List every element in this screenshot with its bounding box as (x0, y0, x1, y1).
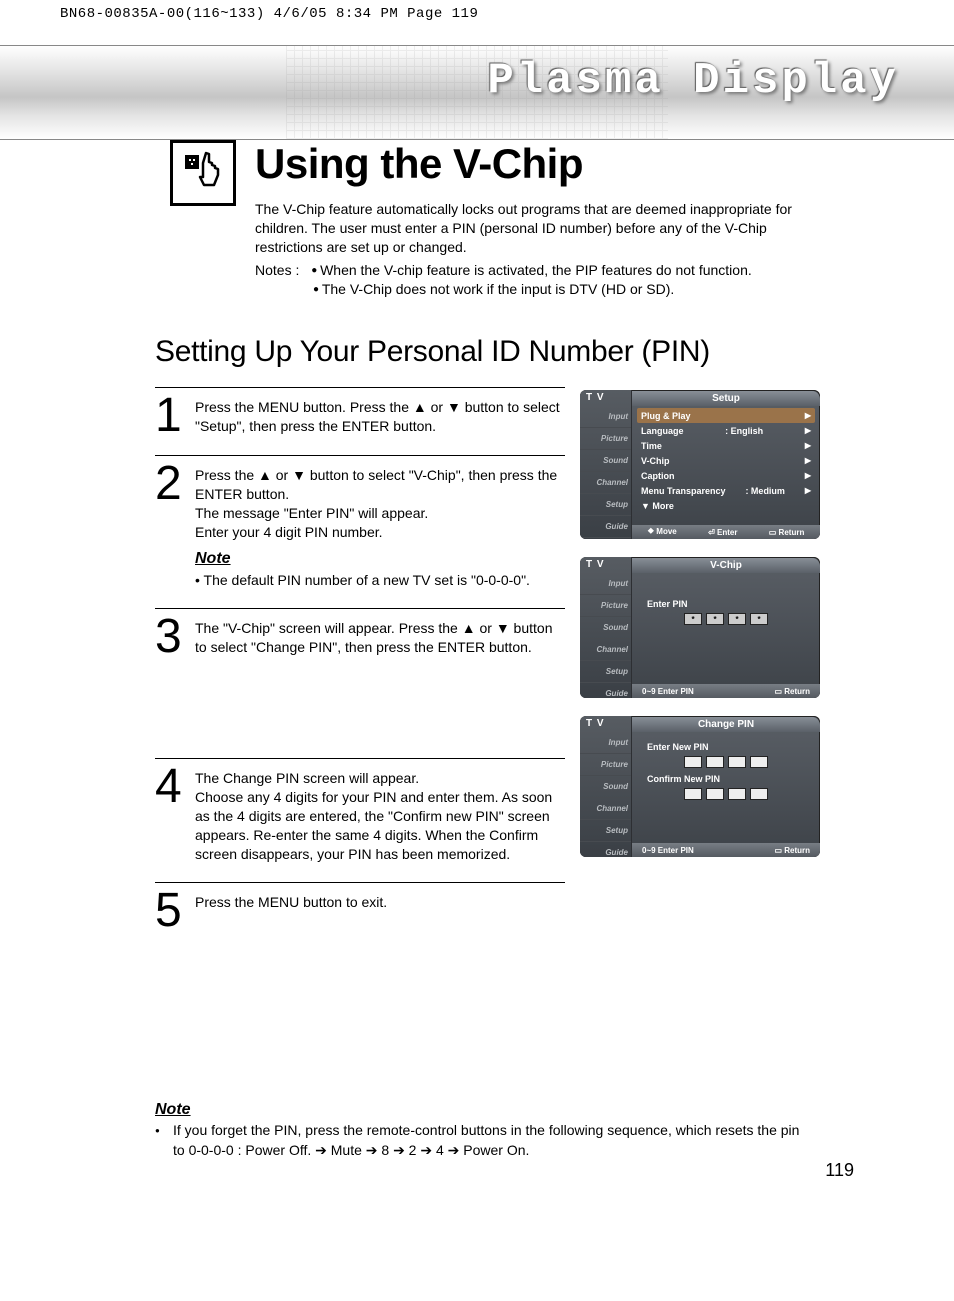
step-2: 2 Press the ▲ or ▼ button to select "V-C… (155, 455, 565, 608)
osd-tv-label: T V (586, 392, 605, 403)
note-label: Note (195, 548, 565, 570)
pin-digit (728, 788, 746, 800)
intro-notes-label: Notes : (255, 262, 299, 278)
pin-digit (706, 756, 724, 768)
osd-footer: ⯁ Move ⏎ Enter ▭ Return (632, 525, 820, 539)
osd-side-sound: Sound (580, 450, 631, 472)
bottom-note: Note If you forget the PIN, press the re… (155, 1095, 815, 1160)
step-3: 3 The "V-Chip" screen will appear. Press… (155, 608, 565, 758)
step-text: Press the MENU button to exit. (195, 889, 387, 932)
brand-title: Plasma Display (487, 56, 899, 106)
osd-side-input: Input (580, 406, 631, 428)
steps-container: 1 Press the MENU button. Press the ▲ or … (155, 387, 565, 968)
osd-row-plugplay: Plug & Play▶ (637, 408, 815, 423)
step-text: Press the ▲ or ▼ button to select "V-Chi… (195, 462, 565, 590)
pin-row (637, 788, 815, 800)
print-header: BN68-00835A-00(116~133) 4/6/05 8:34 PM P… (60, 6, 478, 22)
intro-note1: When the V-chip feature is activated, th… (311, 262, 752, 278)
osd-row-language: Language: English▶ (637, 423, 815, 438)
osd-row-time: Time▶ (637, 438, 815, 453)
step-num: 3 (155, 615, 187, 740)
note-label: Note (155, 1101, 815, 1119)
osd-side-setup: Setup (580, 494, 631, 516)
osd-title: V-Chip (632, 558, 820, 573)
step-1: 1 Press the MENU button. Press the ▲ or … (155, 387, 565, 455)
osd-title: Change PIN (632, 717, 820, 732)
pin-digit: * (728, 613, 746, 625)
osd-side-picture: Picture (580, 428, 631, 450)
confirm-new-pin-label: Confirm New PIN (647, 774, 815, 784)
step-num: 1 (155, 394, 187, 437)
osd-sidebar: Input Picture Sound Channel Setup Guide (580, 390, 632, 539)
section-title: Setting Up Your Personal ID Number (PIN) (155, 335, 710, 369)
step-5: 5 Press the MENU button to exit. (155, 882, 565, 968)
pin-digit (684, 788, 702, 800)
intro-note2: The V-Chip does not work if the input is… (313, 280, 815, 299)
osd-title: Setup (632, 391, 820, 406)
pin-digit: * (706, 613, 724, 625)
osd-change-pin: Input Picture Sound Channel Setup Guide … (580, 716, 820, 857)
osd-menu-body: Plug & Play▶ Language: English▶ Time▶ V-… (632, 406, 820, 525)
pin-digit (750, 788, 768, 800)
step-text: Press the MENU button. Press the ▲ or ▼ … (195, 394, 565, 437)
header-banner: Plasma Display (0, 45, 954, 140)
enter-new-pin-label: Enter New PIN (647, 742, 815, 752)
hand-touch-icon (170, 140, 236, 206)
note-text: The default PIN number of a new TV set i… (195, 571, 565, 590)
osd-side-guide: Guide (580, 516, 631, 538)
page-number: 119 (825, 1160, 854, 1181)
osd-sidebar: Input Picture Sound Channel Setup Guide (580, 557, 632, 698)
osd-row-vchip: V-Chip▶ (637, 453, 815, 468)
pin-digit (684, 756, 702, 768)
step-num: 4 (155, 765, 187, 863)
step-4: 4 The Change PIN screen will appear. Cho… (155, 758, 565, 881)
osd-sidebar: Input Picture Sound Channel Setup Guide (580, 716, 632, 857)
step-text: The "V-Chip" screen will appear. Press t… (195, 615, 565, 740)
pin-digit (728, 756, 746, 768)
pin-digit (750, 756, 768, 768)
step-text: The Change PIN screen will appear. Choos… (195, 765, 565, 863)
osd-side-channel: Channel (580, 472, 631, 494)
osd-vchip-pin: Input Picture Sound Channel Setup Guide … (580, 557, 820, 698)
intro-block: The V-Chip feature automatically locks o… (255, 200, 815, 298)
pin-row (637, 756, 815, 768)
osd-setup-menu: Input Picture Sound Channel Setup Guide … (580, 390, 820, 539)
pin-digit: * (750, 613, 768, 625)
page-title: Using the V-Chip (255, 140, 583, 188)
osd-changepin-body: Enter New PIN Confirm New PIN (632, 732, 820, 843)
osd-footer: 0~9 Enter PIN ▭ Return (632, 684, 820, 698)
pin-row: * * * * (637, 613, 815, 625)
osd-row-more: ▼ More (637, 498, 815, 513)
osd-pin-body: Enter PIN * * * * (632, 573, 820, 684)
pin-digit: * (684, 613, 702, 625)
step-num: 2 (155, 462, 187, 590)
osd-row-caption: Caption▶ (637, 468, 815, 483)
pin-digit (706, 788, 724, 800)
intro-p1: The V-Chip feature automatically locks o… (255, 200, 815, 257)
note-text: If you forget the PIN, press the remote-… (155, 1121, 815, 1160)
osd-row-transparency: Menu Transparency: Medium▶ (637, 483, 815, 498)
step-num: 5 (155, 889, 187, 932)
osd-tv-label: T V (586, 718, 605, 729)
enter-pin-label: Enter PIN (647, 599, 815, 609)
osd-tv-label: T V (586, 559, 605, 570)
osd-footer: 0~9 Enter PIN ▭ Return (632, 843, 820, 857)
